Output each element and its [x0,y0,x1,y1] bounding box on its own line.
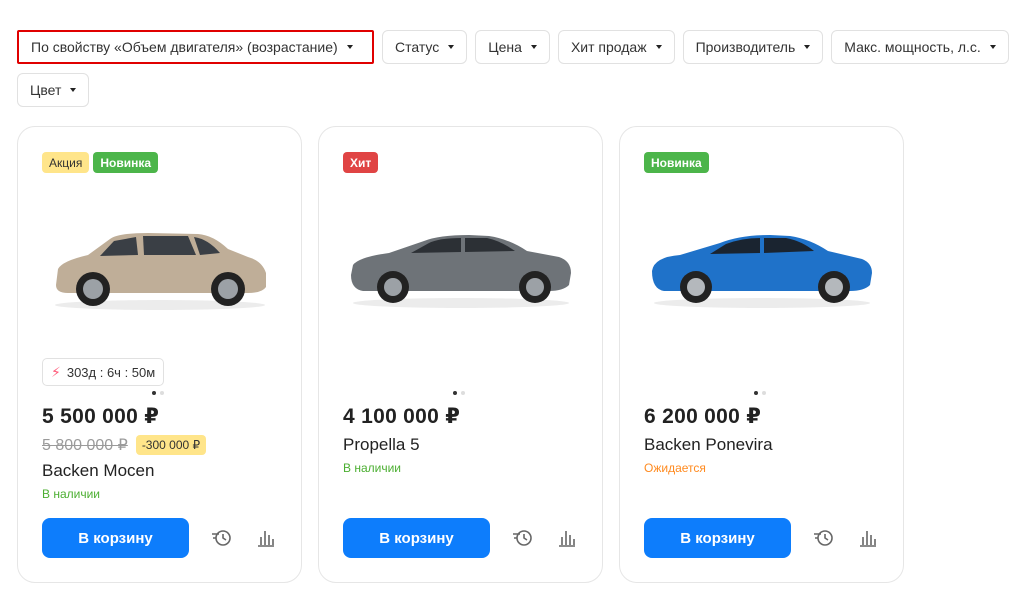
product-price: 4 100 000 ₽ [343,405,461,428]
filter-label: Статус [395,39,440,55]
compare-chart-icon[interactable] [255,528,277,548]
image-pagination[interactable] [754,391,766,395]
product-name[interactable]: Backen Ponevira [644,435,773,455]
pagination-dot[interactable] [762,391,766,395]
sale-badge: Акция [42,152,90,173]
badge-group: Новинка [644,152,709,173]
new-badge: Новинка [644,152,709,173]
car-image[interactable] [48,227,273,312]
history-icon[interactable] [813,528,835,548]
lightning-icon: ⚡ [51,363,61,380]
pagination-dot[interactable] [453,391,457,395]
product-card: Хит 4 100 000 ₽ Propella 5 В наличии В к… [318,126,603,583]
stock-status: В наличии [42,487,101,501]
filter-status[interactable]: Статус [382,30,468,64]
discount-badge: -300 000 ₽ [135,435,207,455]
filter-label: Цена [488,39,522,55]
car-image[interactable] [349,227,574,312]
compare-chart-icon[interactable] [857,528,879,548]
caret-down-icon [448,45,455,49]
compare-chart-icon[interactable] [556,528,578,548]
caret-down-icon [655,45,662,49]
filter-bestseller[interactable]: Хит продаж [557,30,675,64]
product-name[interactable]: Propella 5 [343,435,420,455]
product-name[interactable]: Backen Mocen [42,461,154,481]
filter-label: Цвет [30,82,62,98]
add-to-cart-button[interactable]: В корзину [42,518,189,558]
caret-down-icon [346,45,353,49]
image-pagination[interactable] [152,391,164,395]
new-badge: Новинка [93,152,159,173]
old-price: 5 800 000 ₽ [42,437,128,454]
product-card: Новинка 6 200 000 ₽ Backen Ponevira Ожид… [619,126,904,583]
filter-price[interactable]: Цена [475,30,550,64]
hit-badge: Хит [343,152,379,173]
caret-down-icon [70,88,77,92]
product-price: 5 500 000 ₽ [42,405,160,428]
filter-label: Макс. мощность, л.с. [844,39,981,55]
filter-color[interactable]: Цвет [17,73,90,107]
filter-bar: По свойству «Объем двигателя» (возрастан… [17,30,1027,107]
stock-status: Ожидается [644,461,706,475]
pagination-dot[interactable] [160,391,164,395]
old-price-row: 5 800 000 ₽ -300 000 ₽ [42,435,207,455]
filter-label: Хит продаж [570,39,647,55]
product-price: 6 200 000 ₽ [644,405,762,428]
image-pagination[interactable] [453,391,465,395]
filter-label: По свойству «Объем двигателя» (возрастан… [31,39,338,55]
history-icon[interactable] [211,528,233,548]
caret-down-icon [989,45,996,49]
car-image[interactable] [650,227,875,312]
pagination-dot[interactable] [152,391,156,395]
promo-timer: ⚡ 303д : 6ч : 50м [42,358,165,386]
pagination-dot[interactable] [754,391,758,395]
filter-manufacturer[interactable]: Производитель [682,30,824,64]
history-icon[interactable] [512,528,534,548]
badge-group: Акция Новинка [42,152,159,173]
badge-group: Хит [343,152,379,173]
caret-down-icon [804,45,811,49]
add-to-cart-button[interactable]: В корзину [644,518,791,558]
filter-max-power[interactable]: Макс. мощность, л.с. [831,30,1009,64]
product-card: Акция Новинка ⚡ 303д : 6ч : 50м 5 500 00… [17,126,302,583]
filter-sort-engine-volume[interactable]: По свойству «Объем двигателя» (возрастан… [17,30,374,64]
timer-value: 303д : 6ч : 50м [66,364,156,380]
add-to-cart-button[interactable]: В корзину [343,518,490,558]
caret-down-icon [530,45,537,49]
pagination-dot[interactable] [461,391,465,395]
stock-status: В наличии [343,461,402,475]
filter-label: Производитель [695,39,796,55]
